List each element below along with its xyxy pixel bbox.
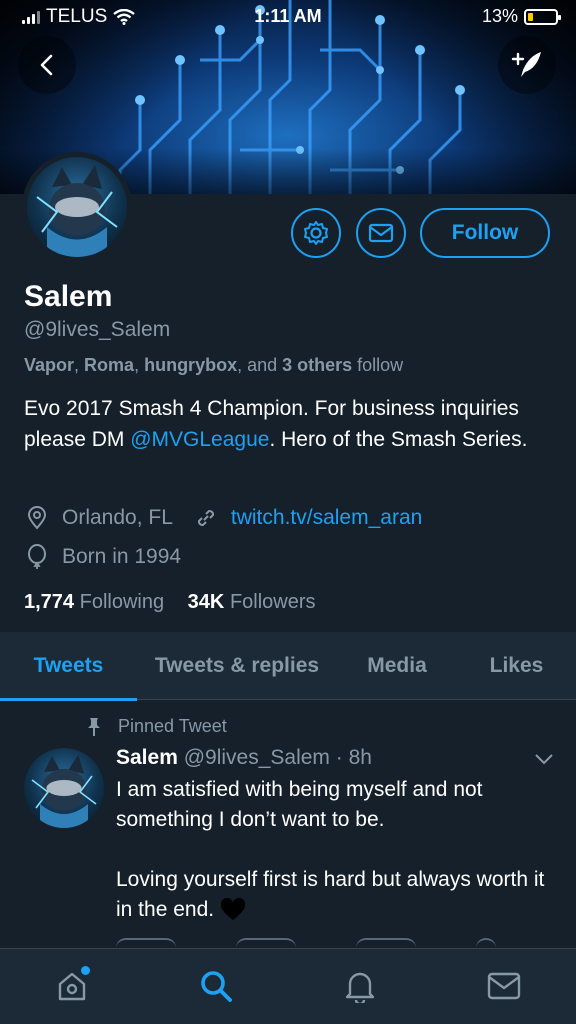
nav-home[interactable] bbox=[42, 956, 102, 1016]
pinned-tweet-label: Pinned Tweet bbox=[84, 716, 227, 737]
follower-name[interactable]: hungrybox bbox=[144, 355, 237, 375]
nav-messages[interactable] bbox=[474, 956, 534, 1016]
message-button[interactable] bbox=[356, 208, 406, 258]
following-count-link[interactable]: 1,774 Following bbox=[24, 591, 164, 613]
back-button[interactable] bbox=[18, 36, 76, 94]
avatar-image bbox=[36, 165, 118, 257]
follower-name[interactable]: Roma bbox=[84, 355, 134, 375]
tab-likes[interactable]: Likes bbox=[457, 632, 576, 700]
new-content-dot bbox=[81, 965, 90, 975]
link-icon bbox=[193, 505, 219, 531]
profile-settings-button[interactable] bbox=[291, 208, 341, 258]
bottom-navigation bbox=[0, 948, 576, 1024]
gear-icon bbox=[304, 221, 328, 245]
profile-bio: Evo 2017 Smash 4 Champion. For business … bbox=[24, 393, 554, 455]
tab-tweets-and-replies[interactable]: Tweets & replies bbox=[137, 632, 337, 700]
chevron-down-icon bbox=[535, 754, 553, 765]
tweet-header: Salem @9lives_Salem · 8h bbox=[116, 746, 372, 770]
share-icon bbox=[476, 938, 496, 948]
battery-percent: 13% bbox=[481, 6, 518, 26]
followers-count: 34K bbox=[187, 591, 225, 613]
search-icon bbox=[201, 970, 232, 1002]
separator-dot: · bbox=[329, 746, 349, 769]
website-link[interactable]: twitch.tv/salem_aran bbox=[231, 506, 422, 530]
followers-count-link[interactable]: 34K Followers bbox=[188, 591, 316, 613]
tweet-body: I am satisfied with being myself and not… bbox=[116, 778, 545, 921]
tweet-text: I am satisfied with being myself and not… bbox=[116, 775, 556, 925]
tweet-time: 8h bbox=[348, 746, 372, 769]
bio-mention-link[interactable]: @MVGLeague bbox=[130, 428, 269, 451]
compose-tweet-icon bbox=[511, 52, 541, 77]
birthday-row: Born in 1994 bbox=[24, 544, 181, 570]
tweet-author-handle: @9lives_Salem bbox=[183, 746, 330, 769]
back-arrow-icon bbox=[40, 54, 53, 76]
nav-notifications[interactable] bbox=[330, 956, 390, 1016]
location-pin-icon bbox=[24, 505, 50, 531]
bio-text: . Hero of the Smash Series. bbox=[269, 428, 528, 451]
balloon-icon bbox=[24, 544, 50, 570]
separator: , and bbox=[237, 355, 283, 375]
others-count[interactable]: 3 others bbox=[282, 355, 352, 375]
follow-button[interactable]: Follow bbox=[420, 208, 550, 258]
tweet-author-name[interactable]: Salem bbox=[116, 746, 178, 769]
like-icon bbox=[356, 938, 416, 948]
followed-by-line[interactable]: Vapor, Roma, hungrybox, and 3 others fol… bbox=[24, 355, 403, 376]
avatar-image bbox=[31, 754, 97, 828]
profile-avatar[interactable] bbox=[22, 152, 132, 262]
black-heart-emoji bbox=[220, 898, 245, 921]
following-count: 1,774 bbox=[24, 591, 75, 613]
tweet-options-button[interactable] bbox=[534, 752, 554, 771]
retweet-icon bbox=[236, 938, 296, 948]
separator: , bbox=[74, 355, 85, 375]
tweet-actions-partial bbox=[116, 938, 496, 948]
follower-name[interactable]: Vapor bbox=[24, 355, 74, 375]
messages-envelope-icon bbox=[487, 972, 521, 999]
status-bar: TELUS 1:11 AM 13% bbox=[0, 0, 576, 34]
notifications-bell-icon bbox=[345, 972, 375, 1003]
location-text: Orlando, FL bbox=[62, 506, 173, 529]
tab-tweets[interactable]: Tweets bbox=[0, 632, 137, 701]
pin-icon bbox=[84, 717, 104, 737]
separator: , bbox=[134, 355, 145, 375]
battery-icon bbox=[524, 8, 561, 25]
tab-media[interactable]: Media bbox=[337, 632, 457, 700]
location-website-row: Orlando, FL twitch.tv/salem_aran bbox=[24, 505, 422, 531]
display-name: Salem bbox=[24, 280, 113, 313]
follow-suffix: follow bbox=[352, 355, 404, 375]
reply-icon bbox=[116, 938, 176, 948]
nav-search[interactable] bbox=[186, 956, 246, 1016]
birth-year-text: Born in 1994 bbox=[62, 545, 182, 568]
envelope-icon bbox=[368, 223, 394, 243]
user-handle: @9lives_Salem bbox=[24, 318, 171, 341]
following-label: Following bbox=[79, 591, 165, 613]
profile-tabs: Tweets Tweets & replies Media Likes bbox=[0, 632, 576, 701]
follow-counts: 1,774 Following 34K Followers bbox=[24, 591, 316, 614]
compose-tweet-button[interactable] bbox=[498, 36, 556, 94]
tweet-author-avatar[interactable] bbox=[24, 748, 104, 828]
followers-label: Followers bbox=[229, 591, 316, 613]
pinned-text: Pinned Tweet bbox=[118, 716, 227, 736]
